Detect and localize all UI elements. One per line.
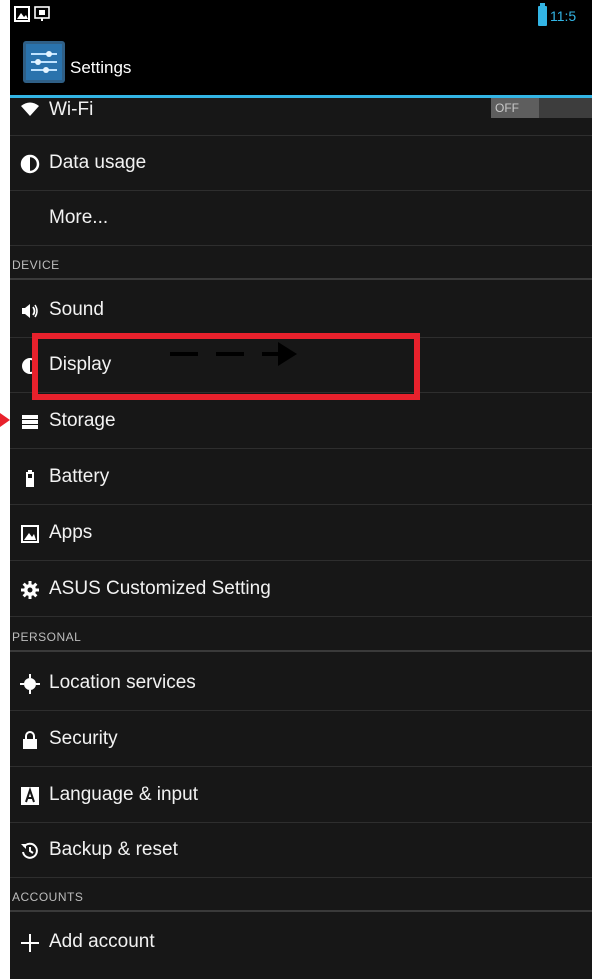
plus-icon bbox=[21, 934, 39, 952]
list-item-wifi[interactable]: Wi-Fi OFF bbox=[10, 98, 592, 136]
battery-status-icon bbox=[538, 3, 547, 26]
list-item-label: Wi-Fi bbox=[49, 99, 94, 120]
list-item-apps[interactable]: Apps bbox=[10, 506, 592, 561]
list-item-sound[interactable]: Sound bbox=[10, 283, 592, 338]
list-item-asus-customized[interactable]: ASUS Customized Setting bbox=[10, 562, 592, 617]
section-header-personal: PERSONAL bbox=[10, 624, 592, 652]
list-item-language[interactable]: Language & input bbox=[10, 768, 592, 823]
list-item-label: Battery bbox=[49, 466, 110, 487]
screen-share-icon bbox=[34, 6, 50, 21]
section-header-label: DEVICE bbox=[12, 258, 60, 272]
clock: 11:5 bbox=[550, 8, 577, 24]
list-item-label: More... bbox=[49, 207, 109, 228]
section-header-accounts: ACCOUNTS bbox=[10, 884, 592, 912]
display-highlight-box bbox=[32, 333, 420, 400]
action-bar: Settings bbox=[10, 32, 592, 95]
wifi-toggle[interactable]: OFF bbox=[491, 98, 592, 118]
page-title: Settings bbox=[70, 58, 132, 77]
list-item-label: Security bbox=[49, 728, 118, 749]
list-item-label: Sound bbox=[49, 299, 104, 320]
battery-icon bbox=[26, 470, 34, 487]
list-item-backup[interactable]: Backup & reset bbox=[10, 823, 592, 878]
sound-icon bbox=[22, 304, 38, 318]
gear-icon bbox=[21, 581, 39, 599]
toggle-label: OFF bbox=[495, 101, 519, 115]
annotation-pointer-icon bbox=[0, 413, 10, 427]
status-bar: 11:5 bbox=[10, 0, 592, 32]
list-item-add-account[interactable]: Add account bbox=[10, 915, 592, 970]
settings-app-icon[interactable] bbox=[22, 40, 66, 84]
backup-icon bbox=[21, 842, 38, 859]
wifi-icon bbox=[21, 102, 39, 116]
apps-icon bbox=[21, 525, 39, 543]
list-item-label: Data usage bbox=[49, 152, 147, 173]
lock-icon bbox=[23, 731, 37, 749]
location-icon bbox=[20, 674, 40, 694]
list-item-label: Backup & reset bbox=[49, 839, 178, 860]
list-item-location[interactable]: Location services bbox=[10, 656, 592, 711]
list-item-label: Storage bbox=[49, 410, 116, 431]
gallery-icon bbox=[14, 6, 30, 22]
list-item-storage[interactable]: Storage bbox=[10, 394, 592, 449]
list-item-more[interactable]: More... bbox=[10, 191, 592, 246]
storage-icon bbox=[22, 415, 38, 429]
list-item-label: ASUS Customized Setting bbox=[49, 578, 271, 599]
list-item-label: Language & input bbox=[49, 784, 198, 805]
list-item-label: Add account bbox=[49, 931, 155, 952]
data-usage-icon bbox=[20, 154, 40, 174]
list-item-label: Location services bbox=[49, 672, 196, 693]
list-item-data-usage[interactable]: Data usage bbox=[10, 136, 592, 191]
section-header-label: ACCOUNTS bbox=[12, 890, 84, 904]
settings-screen: 11:5 Settings Wi-Fi OFF Data usage More.… bbox=[10, 0, 592, 979]
keyboard-icon bbox=[21, 786, 39, 805]
list-item-security[interactable]: Security bbox=[10, 712, 592, 767]
section-header-label: PERSONAL bbox=[12, 630, 82, 644]
section-header-device: DEVICE bbox=[10, 252, 592, 280]
list-item-label: Apps bbox=[49, 522, 93, 543]
list-item-battery[interactable]: Battery bbox=[10, 450, 592, 505]
